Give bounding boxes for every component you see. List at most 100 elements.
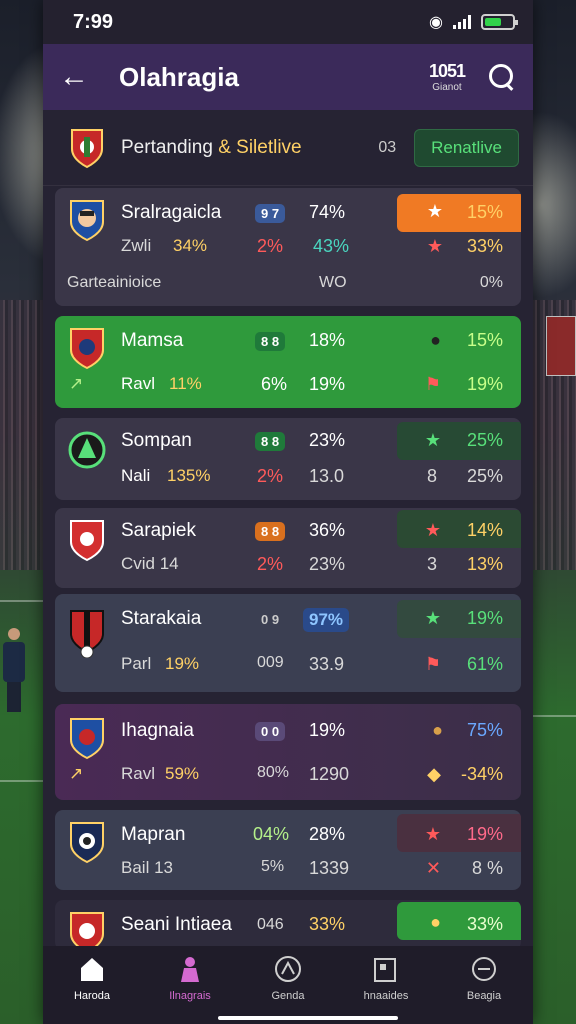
odds-value: 14% <box>466 520 503 540</box>
percentage: 04% <box>253 824 290 844</box>
summary-count: 03 <box>378 138 397 156</box>
percentage: 43% <box>313 236 350 256</box>
star-icon: ★ <box>426 201 443 221</box>
star-icon: ★ <box>424 430 441 450</box>
odds-value: 33% <box>466 236 503 256</box>
nav-label: Genda <box>271 990 305 1002</box>
percentage: 13.0 <box>309 466 345 486</box>
match-card[interactable]: Sralragaicla 9 7 74% Zwli 34% 2% 43% ★ 1… <box>55 188 521 306</box>
nav-label: Beagia <box>466 990 502 1002</box>
score-pill: 0 9 <box>261 612 280 627</box>
header-stat-label: Gianot <box>432 82 462 93</box>
star-icon: ★ <box>424 520 441 540</box>
phone-screen: 7:99 ◉ ← Olahragia 1051 Gianot Pertandin… <box>43 0 533 1024</box>
nav-item-hnaaides[interactable]: hnaaides <box>346 954 426 1024</box>
nav-item-beagia[interactable]: Beagia <box>444 954 524 1024</box>
club-crest-icon <box>70 200 104 242</box>
match-card[interactable]: Sarapiek 8 8 36% Cvid 14 2% 23% ★ 14% 3 … <box>55 508 521 588</box>
percentage: 28% <box>309 824 346 844</box>
home-icon <box>81 958 103 981</box>
star-icon: ★ <box>424 824 441 844</box>
club-crest-icon <box>70 912 104 950</box>
sub-label: Zwli <box>121 236 152 255</box>
sub-label: Cvid 14 <box>121 554 179 573</box>
status-icons: ◉ <box>429 12 518 32</box>
team-name: Mamsa <box>121 330 184 351</box>
score-pill: 8 8 <box>255 432 286 451</box>
odds-value: 15% <box>466 202 503 222</box>
nav-label: hnaaides <box>363 990 409 1002</box>
nav-item-ilnagrais[interactable]: Ilnagrais <box>150 954 230 1024</box>
app-header: ← Olahragia 1051 Gianot <box>43 44 533 110</box>
home-indicator <box>218 1016 398 1020</box>
odds-value: -34% <box>460 764 503 784</box>
player-icon <box>181 957 199 982</box>
sub-label: Ravl <box>121 764 156 783</box>
status-time: 7:99 <box>73 10 114 33</box>
battery-icon <box>481 14 518 30</box>
back-arrow-icon[interactable]: ← <box>59 60 97 94</box>
odds-value: 25% <box>466 466 503 486</box>
nav-item-home[interactable]: Haroda <box>52 954 132 1024</box>
status-bar: 7:99 ◉ <box>43 0 533 44</box>
header-stat[interactable]: 1051 Gianot <box>428 61 466 93</box>
team-name: Ihagnaia <box>121 720 194 741</box>
stadium-banner <box>546 316 576 376</box>
pitch-line <box>0 780 44 782</box>
sub-percentage: 34% <box>173 236 208 255</box>
pitch-line <box>532 715 576 717</box>
sub-percentage: 135% <box>167 466 211 485</box>
team-name: Sarapiek <box>121 520 196 541</box>
trophy-icon <box>472 957 496 981</box>
percentage: 19% <box>309 720 346 740</box>
page-title: Olahragia <box>119 61 239 92</box>
score-pill: 8 8 <box>255 332 286 351</box>
flag-icon: ⚑ <box>424 654 441 674</box>
club-crest-icon <box>70 610 104 658</box>
ticket-icon <box>374 958 396 982</box>
odds-value: 13% <box>466 554 503 574</box>
percentage: 2% <box>257 466 284 486</box>
sub-label: Nali <box>121 466 151 485</box>
score-pill: 9 7 <box>255 204 286 223</box>
percentage: 80% <box>257 764 290 781</box>
score-pill: 0 0 <box>255 722 286 741</box>
odds-value: 19% <box>466 824 503 844</box>
coin-icon: ● <box>432 720 443 740</box>
score-pill: 8 8 <box>255 522 286 541</box>
sub-label: Bail 13 <box>121 858 173 877</box>
header-stat-value: 1051 <box>428 61 466 81</box>
sub-percentage: 19% <box>165 654 200 673</box>
search-icon[interactable] <box>487 62 517 92</box>
club-crest-icon <box>70 520 104 562</box>
percentage: 23% <box>309 554 346 574</box>
match-card[interactable]: Sompan 8 8 23% Nali 135% 2% 13.0 ★ 25% 8… <box>55 418 521 500</box>
match-card[interactable]: Mapran 04% 28% Bail 13 5% 1339 ★ 19% ✕ 8… <box>55 810 521 890</box>
percentage: 2% <box>257 554 284 574</box>
percentage: 19% <box>309 374 346 394</box>
percentage: 5% <box>261 858 285 875</box>
odds-value: 75% <box>466 720 503 740</box>
nav-item-genda[interactable]: Genda <box>248 954 328 1024</box>
signal-icon <box>453 15 471 29</box>
mark-value: 8 <box>426 466 437 486</box>
match-card[interactable]: Seani Intiaea 046 33% ● 33% <box>55 900 521 950</box>
percentage: 33% <box>309 914 346 934</box>
odds-value: 33% <box>466 914 503 934</box>
team-name: Mapran <box>121 824 186 845</box>
trend-icon: ↗ <box>69 374 84 393</box>
match-card[interactable]: Starakaia 0 9 97% Parl 19% 009 33.9 ★ 19… <box>55 594 521 692</box>
star-icon: ★ <box>426 236 443 256</box>
team-name: Starakaia <box>121 608 202 629</box>
match-card[interactable]: Ihagnaia 0 0 19% ↗ Ravl 59% 80% 1290 ● 7… <box>55 704 521 800</box>
percentage: 36% <box>309 520 346 540</box>
pitch-line <box>0 600 44 602</box>
trend-icon: ↗ <box>69 764 84 783</box>
summary-row: Pertanding & Siletlive 03 Renatlive <box>43 110 533 186</box>
dot-icon: ● <box>430 330 441 350</box>
renatlive-button[interactable]: Renatlive <box>414 128 519 167</box>
team-name: Seani Intiaea <box>121 914 232 935</box>
flag-icon: ✕ <box>425 858 441 878</box>
match-card[interactable]: Mamsa 8 8 18% ↗ Ravl 11% 6% 19% ● 15% ⚑ … <box>55 316 521 408</box>
bottom-nav: Haroda Ilnagrais Genda hnaaides Beagia <box>43 946 533 1024</box>
